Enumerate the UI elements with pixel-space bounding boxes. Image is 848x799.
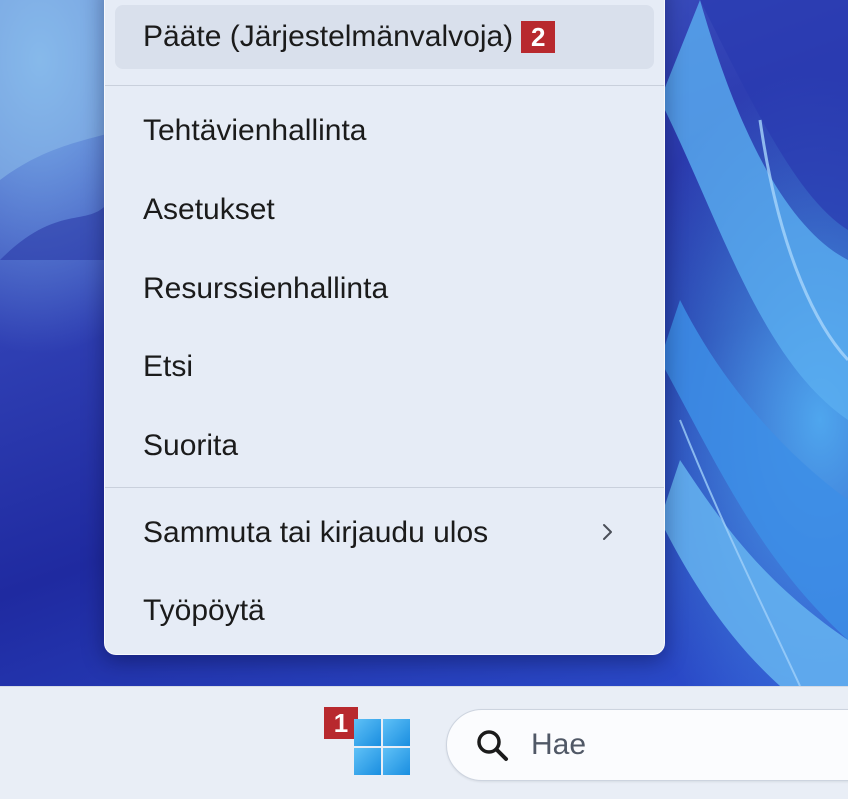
menu-item-label: Suorita [143,429,239,462]
menu-item-settings[interactable]: Asetukset [115,178,654,242]
menu-item-label: Tehtävienhallinta [143,114,367,147]
windows-start-icon[interactable] [352,717,412,777]
menu-item-label: Pääte (Järjestelmänvalvoja) [143,20,514,53]
step-badge-2: 2 [521,21,556,53]
menu-item-label: Asetukset [143,193,275,226]
menu-item-task-manager[interactable]: Tehtävienhallinta [115,99,654,163]
menu-item-terminal-admin[interactable]: Pääte (Järjestelmänvalvoja) 2 [115,5,654,69]
menu-item-desktop[interactable]: Työpöytä [115,579,654,643]
menu-item-label: Sammuta tai kirjaudu ulos [143,516,489,549]
menu-item-label: Etsi [143,350,194,383]
taskbar-search-box[interactable]: Hae [446,709,848,781]
menu-separator [105,487,664,488]
search-icon [477,730,508,761]
taskbar: 1 Hae [0,686,848,799]
chevron-right-icon [603,524,612,540]
menu-item-label: Työpöytä [143,594,265,627]
menu-item-shutdown-signout[interactable]: Sammuta tai kirjaudu ulos [115,501,654,565]
menu-item-label: Resurssienhallinta [143,272,389,305]
start-context-menu: Pääte (Järjestelmänvalvoja) 2 Tehtävienh… [104,0,665,655]
menu-separator [105,85,664,86]
search-placeholder: Hae [531,728,587,761]
menu-item-search[interactable]: Etsi [115,335,654,399]
menu-item-run[interactable]: Suorita [115,414,654,478]
menu-item-file-explorer[interactable]: Resurssienhallinta [115,257,654,321]
